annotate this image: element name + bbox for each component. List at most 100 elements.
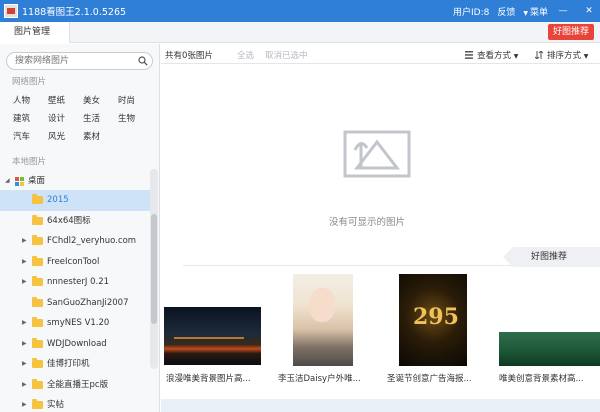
network-tag[interactable]: 生物 <box>118 112 153 126</box>
folder-label: 64x64图标 <box>47 215 91 226</box>
sort-icon <box>535 51 543 59</box>
folder-label: nnnesterJ 0.21 <box>47 277 110 287</box>
folder-label: 实帖 <box>47 400 65 410</box>
main-content: 共有0张图片 全选 取消已选中 查看方式 ▼ 排序方式 ▼ 没有可显示的图片 好… <box>161 44 600 412</box>
main-toolbar: 共有0张图片 全选 取消已选中 查看方式 ▼ 排序方式 ▼ <box>161 44 600 64</box>
network-tag[interactable]: 设计 <box>48 112 83 126</box>
poster-number: 295 <box>413 304 459 330</box>
user-id-label: 用户ID:8 <box>453 7 490 18</box>
network-images-label: 网络图片 <box>12 77 47 87</box>
network-tag[interactable]: 壁纸 <box>48 94 83 108</box>
title-bar-controls: 用户ID:8 反馈 ▼ 菜单 — ✕ <box>445 0 600 22</box>
local-images-label: 本地图片 <box>12 157 47 167</box>
folder-icon <box>32 235 43 245</box>
folder-icon <box>32 296 43 307</box>
tree-root-desktop[interactable]: ◢ 桌面 <box>0 172 150 190</box>
search-input[interactable] <box>15 55 135 67</box>
thumbnail-night-street[interactable] <box>164 307 261 365</box>
collapsed-arrow-icon[interactable]: ▶ <box>22 252 27 273</box>
collapsed-arrow-icon[interactable]: ▶ <box>22 354 27 375</box>
good-recommend-button[interactable]: 好图推荐 <box>547 24 594 40</box>
network-tag[interactable]: 素材 <box>83 130 118 144</box>
thumbnail-caption[interactable]: 浪漫唯美背景图片高... <box>166 372 251 384</box>
folder-tree: ◢ 桌面 2015 64x64图标 ▶ FChdl2_veryhuo.com ▶ Free… <box>0 172 150 412</box>
collapsed-arrow-icon[interactable]: ▶ <box>22 395 27 412</box>
chevron-down-icon: ▼ <box>583 53 589 60</box>
collapsed-arrow-icon[interactable]: ▶ <box>22 313 27 334</box>
recommend-section-tab[interactable]: 好图推荐 <box>513 247 600 267</box>
network-tags: 人物 壁纸 美女 时尚 建筑 设计 生活 生物 汽车 风光 素材 <box>13 94 153 144</box>
sort-mode-button[interactable]: 排序方式 ▼ <box>535 49 588 61</box>
folder-icon <box>32 276 43 286</box>
network-tag[interactable]: 风光 <box>48 130 83 144</box>
thumbnail-green-forest[interactable] <box>499 332 600 366</box>
tree-root-label: 桌面 <box>28 176 46 186</box>
collapsed-arrow-icon[interactable]: ▶ <box>22 334 27 355</box>
window-title: 1188看图王2.1.0.5265 <box>22 7 127 18</box>
scrollbar-thumb[interactable] <box>151 214 157 324</box>
folder-item[interactable]: SanGuoZhanJi2007 <box>0 293 150 314</box>
folder-icon <box>32 378 43 389</box>
empty-state-text: 没有可显示的图片 <box>329 217 406 228</box>
folder-item[interactable]: ▶ 实帖 <box>0 395 150 412</box>
network-tag[interactable]: 时尚 <box>118 94 153 108</box>
feedback-link[interactable]: 反馈 <box>497 5 515 18</box>
thumbnail-caption[interactable]: 唯美创意背景素材高... <box>499 372 584 384</box>
network-tag[interactable]: 人物 <box>13 94 48 108</box>
folder-item[interactable]: ▶ 佳博打印机 <box>0 354 150 375</box>
no-image-placeholder-icon <box>343 130 411 178</box>
windows-desktop-icon <box>15 177 24 186</box>
folder-icon <box>32 194 43 204</box>
folder-item[interactable]: ▶ nnnesterJ 0.21 <box>0 272 150 293</box>
app-logo-icon <box>4 4 18 18</box>
tab-image-management[interactable]: 图片管理 <box>0 22 70 43</box>
sort-mode-label: 排序方式 <box>547 51 582 61</box>
network-tag[interactable]: 建筑 <box>13 112 48 126</box>
bottom-strip <box>161 399 600 412</box>
search-icon[interactable] <box>138 56 148 66</box>
folder-item[interactable]: ▶ FreeIconTool <box>0 252 150 273</box>
folder-item[interactable]: 64x64图标 <box>0 211 150 232</box>
folder-item[interactable]: ▶ 全能直播王pc版 <box>0 375 150 396</box>
collapsed-arrow-icon[interactable]: ▶ <box>22 375 27 396</box>
folder-item[interactable]: ▶ smyNES V1.20 <box>0 313 150 334</box>
folder-label: 佳博打印机 <box>47 359 90 369</box>
thumbnail-christmas-poster[interactable]: 295 <box>399 274 467 366</box>
menu-label: 菜单 <box>529 7 548 18</box>
network-tag[interactable]: 美女 <box>83 94 118 108</box>
folder-label: WDJDownload <box>47 338 107 349</box>
thumbnail-caption[interactable]: 圣诞节创意广告海报... <box>387 372 472 384</box>
folder-label: FreeIconTool <box>47 256 100 267</box>
sidebar: 网络图片 人物 壁纸 美女 时尚 建筑 设计 生活 生物 汽车 风光 素材 本地… <box>0 44 160 412</box>
thumbnail-portrait[interactable] <box>293 274 353 366</box>
grid-view-icon <box>465 51 473 59</box>
collapsed-arrow-icon[interactable]: ▶ <box>22 231 27 252</box>
chevron-down-icon: ▼ <box>523 9 528 17</box>
deselect-button[interactable]: 取消已选中 <box>265 49 308 61</box>
minimize-button[interactable]: — <box>552 6 574 16</box>
network-tag[interactable]: 汽车 <box>13 130 48 144</box>
close-button[interactable]: ✕ <box>578 6 600 16</box>
image-count: 共有0张图片 <box>165 51 213 61</box>
folder-icon <box>32 337 43 348</box>
folder-label: smyNES V1.20 <box>47 318 110 328</box>
folder-label: FChdl2_veryhuo.com <box>47 236 137 246</box>
view-mode-label: 查看方式 <box>477 51 512 61</box>
select-all-button[interactable]: 全选 <box>237 49 254 61</box>
tab-bar: 图片管理 好图推荐 <box>0 22 600 43</box>
folder-label: 2015 <box>47 195 69 205</box>
folder-label: 全能直播王pc版 <box>47 379 109 390</box>
folder-item[interactable]: ▶ WDJDownload <box>0 334 150 355</box>
folder-icon <box>32 214 43 225</box>
folder-item[interactable]: 2015 <box>0 190 150 211</box>
folder-icon <box>32 317 43 327</box>
view-mode-button[interactable]: 查看方式 ▼ <box>465 49 518 61</box>
expanded-arrow-icon[interactable]: ◢ <box>5 172 10 190</box>
sidebar-scrollbar[interactable] <box>150 169 158 369</box>
thumbnail-caption[interactable]: 李玉洁Daisy户外唯... <box>278 372 361 384</box>
collapsed-arrow-icon[interactable]: ▶ <box>22 272 27 293</box>
network-tag[interactable]: 生活 <box>83 112 118 126</box>
folder-item[interactable]: ▶ FChdl2_veryhuo.com <box>0 231 150 252</box>
menu-button[interactable]: ▼ 菜单 <box>523 5 548 18</box>
folder-label: SanGuoZhanJi2007 <box>47 297 129 308</box>
